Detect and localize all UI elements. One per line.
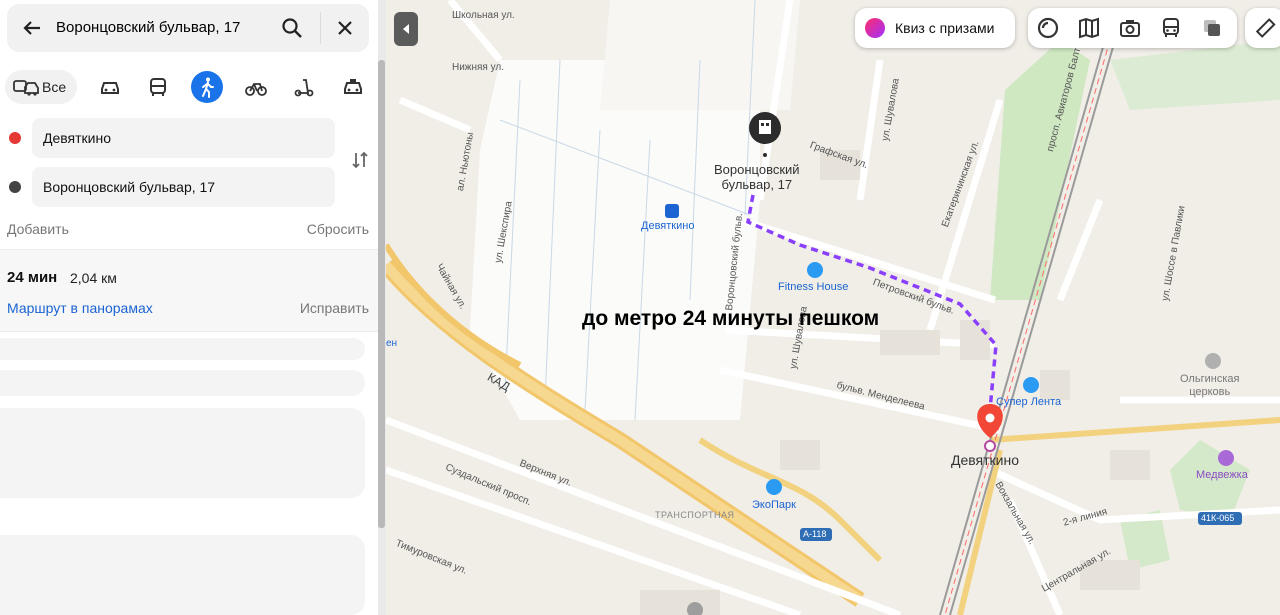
mode-taxi-button[interactable] <box>337 71 369 103</box>
to-value: Воронцовский бульвар, 17 <box>43 179 216 195</box>
divider <box>320 12 321 44</box>
to-field[interactable]: Воронцовский бульвар, 17 <box>32 167 335 207</box>
street-label: Нижняя ул. <box>452 62 505 73</box>
search-icon[interactable] <box>281 17 303 39</box>
quiz-label: Квиз с призами <box>895 20 995 36</box>
road-shield: А-118 <box>803 529 827 539</box>
metro-poi-icon[interactable] <box>665 204 679 218</box>
transport-bus-icon[interactable] <box>1159 16 1183 40</box>
ruler-button[interactable] <box>1245 8 1280 48</box>
ruler-icon <box>1255 18 1276 38</box>
chevron-left-icon <box>403 24 409 34</box>
church-poi-label: Ольгинская церковь <box>1180 373 1240 398</box>
search-query[interactable]: Воронцовский бульвар, 17 <box>56 19 240 36</box>
from-value: Девяткино <box>43 130 112 146</box>
mode-bus-button[interactable] <box>142 71 174 103</box>
mode-all-button[interactable]: Все <box>5 70 77 104</box>
all-modes-icon <box>13 80 39 96</box>
area-label: ТРАНСПОРТНАЯ <box>655 510 735 520</box>
pedestrian-icon <box>202 77 214 98</box>
ekopark-poi-icon[interactable] <box>766 479 782 495</box>
mode-all-label: Все <box>42 79 67 95</box>
from-dot-icon <box>9 132 21 144</box>
from-field[interactable]: Девяткино <box>32 118 335 158</box>
lenta-poi-icon[interactable] <box>1023 377 1039 393</box>
mode-pedestrian-button[interactable] <box>191 71 223 103</box>
partial-label: ен <box>386 338 398 349</box>
metro-station-label: Девяткино <box>951 452 1020 468</box>
route-sidebar: Воронцовский бульвар, 17 Все Девяткино В… <box>0 0 378 615</box>
fix-route-link[interactable]: Исправить <box>300 300 369 316</box>
street-label: Школьная ул. <box>452 10 515 21</box>
mode-bicycle-button[interactable] <box>240 71 272 103</box>
skeleton-placeholder <box>0 408 365 498</box>
fitness-poi-label: Fitness House <box>778 281 849 293</box>
medvezhka-poi-icon[interactable] <box>1218 450 1234 466</box>
lenta-poi-label: Супер Лента <box>996 396 1062 408</box>
layers-stack-icon[interactable] <box>1200 16 1224 40</box>
metro-poi-label: Девяткино <box>641 220 695 232</box>
reset-button[interactable]: Сбросить <box>307 221 369 237</box>
mode-car-button[interactable] <box>94 71 126 103</box>
skeleton-placeholder <box>0 370 365 396</box>
add-point-button[interactable]: Добавить <box>7 221 69 237</box>
transport-modes: Все <box>5 70 370 104</box>
quiz-icon <box>865 18 885 38</box>
route-option[interactable]: 24 мин 2,04 км Маршрут в панорамах Испра… <box>0 249 378 332</box>
route-time: 24 мин <box>7 269 58 286</box>
destination-label: Воронцовский бульвар, 17 <box>714 162 800 192</box>
layers-icon[interactable] <box>1036 16 1060 40</box>
overlay-caption: до метро 24 минуты пешком <box>582 307 880 330</box>
route-distance: 2,04 км <box>70 270 117 286</box>
route-point-to: Воронцовский бульвар, 17 <box>0 167 378 207</box>
panorama-camera-icon[interactable] <box>1118 16 1142 40</box>
to-dot-icon <box>9 181 21 193</box>
map-layers-toolbar <box>1028 8 1237 48</box>
church-poi-icon[interactable] <box>1205 353 1221 369</box>
skeleton-placeholder <box>0 338 365 360</box>
scooter-icon <box>294 79 314 97</box>
panorama-route-link[interactable]: Маршрут в панорамах <box>7 300 153 316</box>
skeleton-placeholder <box>0 535 365 615</box>
fitness-poi-icon[interactable] <box>807 262 823 278</box>
ekopark-poi-label: ЭкоПарк <box>752 499 796 511</box>
search-bar[interactable]: Воронцовский бульвар, 17 <box>7 4 369 52</box>
mode-scooter-button[interactable] <box>288 71 320 103</box>
medvezhka-poi-label: Медвежка <box>1196 469 1248 481</box>
swap-icon[interactable] <box>350 150 370 170</box>
sidebar-scrollbar[interactable] <box>378 60 385 528</box>
back-arrow-icon[interactable] <box>21 17 43 39</box>
bus-icon <box>150 78 166 96</box>
taxi-icon <box>344 79 362 94</box>
app-root: Школьная ул. Нижняя ул. ал. Ньютоны ул. … <box>0 0 1280 615</box>
quiz-button[interactable]: Квиз с призами <box>855 8 1015 48</box>
map-view-icon[interactable] <box>1077 16 1101 40</box>
bicycle-icon <box>245 83 267 96</box>
road-shield: 41К-065 <box>1201 513 1235 523</box>
collapse-panel-button[interactable] <box>394 12 418 46</box>
close-icon[interactable] <box>334 17 356 39</box>
car-icon <box>101 82 119 94</box>
route-point-from: Девяткино <box>0 118 378 158</box>
